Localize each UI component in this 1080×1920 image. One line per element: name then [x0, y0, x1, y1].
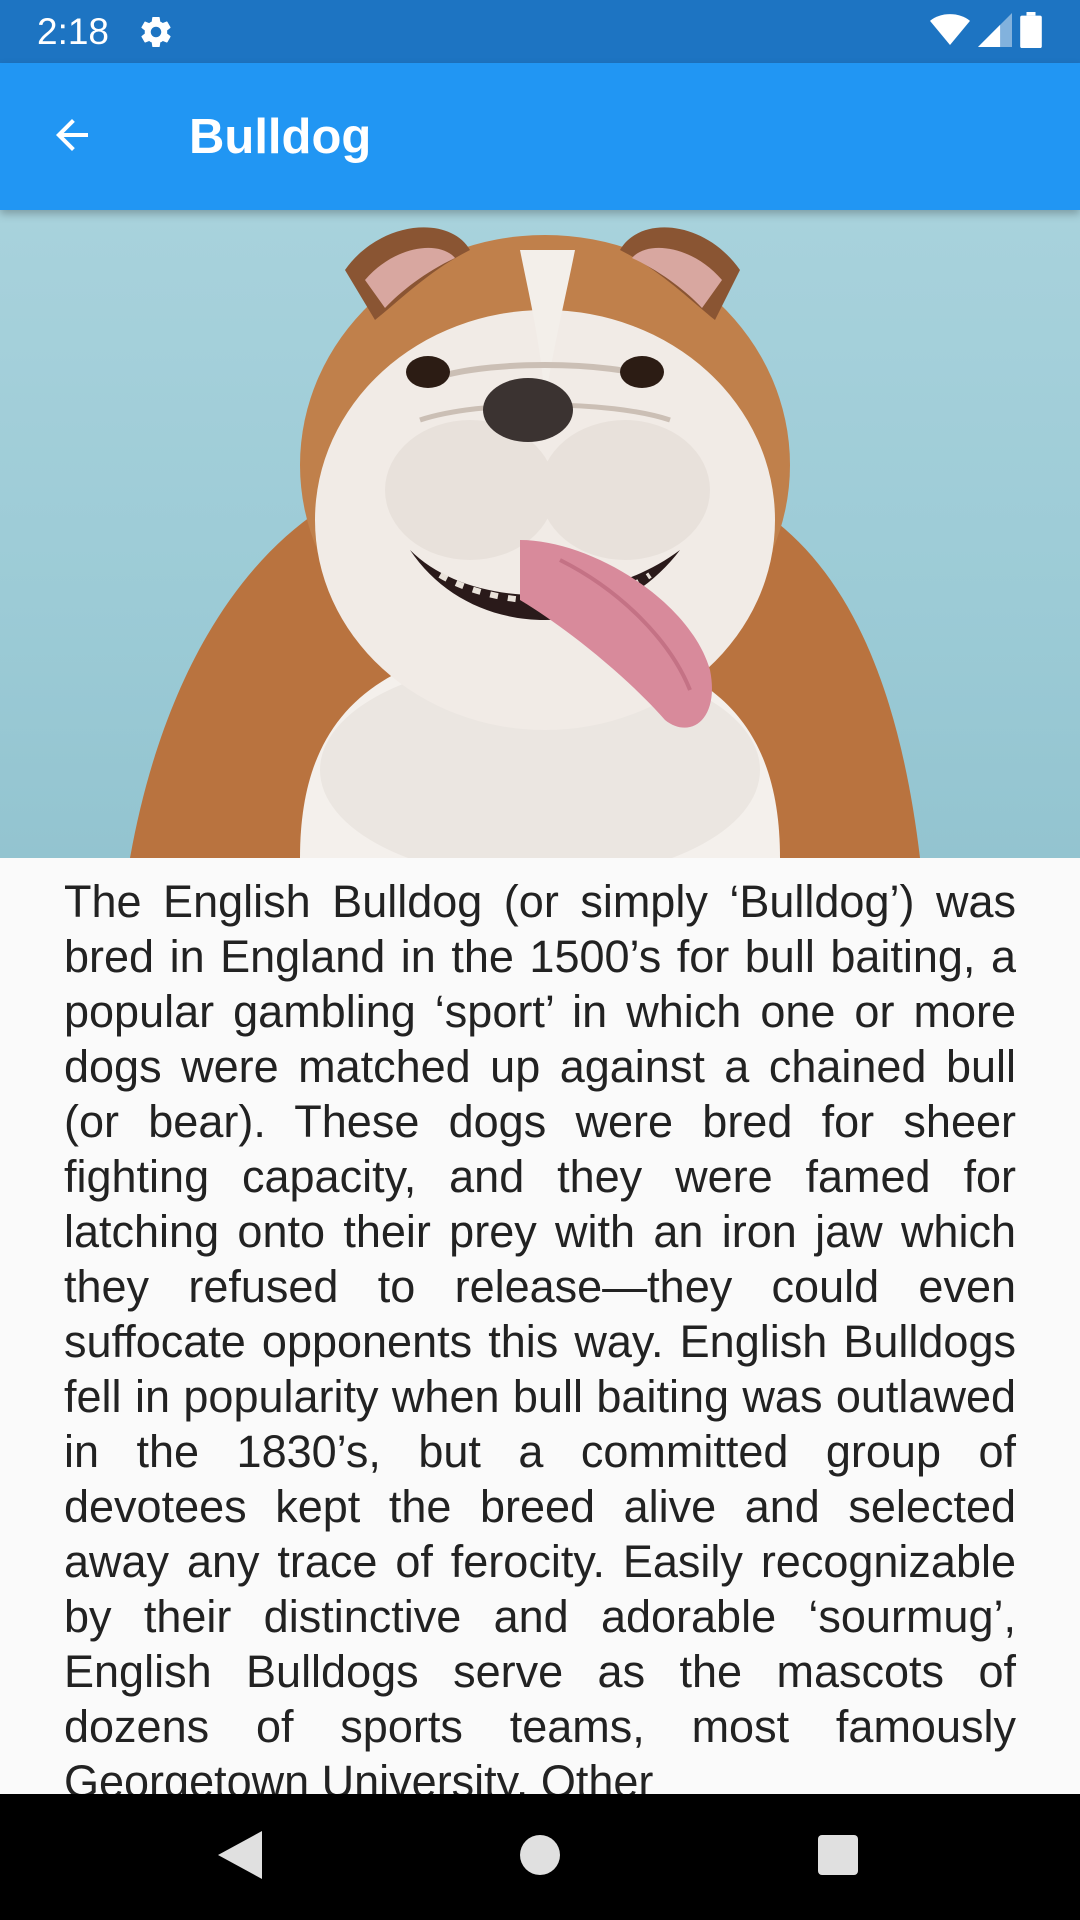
nav-recents-button[interactable]	[798, 1827, 878, 1887]
battery-icon	[1020, 11, 1042, 53]
wifi-icon	[930, 13, 970, 52]
recents-square-icon	[818, 1834, 858, 1880]
arrow-back-icon	[48, 111, 96, 164]
cellular-signal-icon	[978, 12, 1012, 52]
page-title: Bulldog	[189, 110, 372, 164]
nav-home-button[interactable]	[500, 1827, 580, 1887]
navigation-bar	[0, 1794, 1080, 1920]
bulldog-photo	[0, 210, 1080, 858]
description-container: The English Bulldog (or simply ‘Bulldog’…	[64, 874, 1016, 1794]
back-triangle-icon	[218, 1830, 262, 1884]
home-circle-icon	[520, 1834, 560, 1880]
settings-gear-icon	[138, 14, 174, 50]
app-bar: Bulldog	[0, 63, 1080, 210]
status-icons	[930, 11, 1042, 53]
status-bar: 2:18	[0, 0, 1080, 63]
back-button[interactable]	[36, 105, 108, 169]
nav-back-button[interactable]	[200, 1827, 280, 1887]
screen: 2:18 Bulldog The English Bulldog (or sim…	[0, 0, 1080, 1920]
status-time: 2:18	[37, 11, 110, 52]
breed-description: The English Bulldog (or simply ‘Bulldog’…	[64, 876, 1016, 1794]
